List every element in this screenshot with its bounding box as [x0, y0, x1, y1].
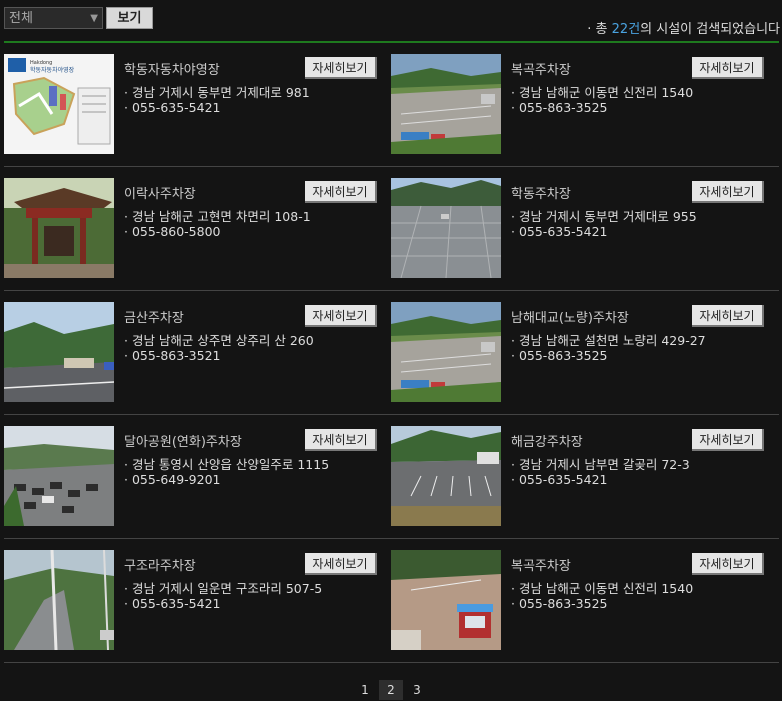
page-link[interactable]: 2: [379, 680, 403, 700]
facility-thumbnail[interactable]: [391, 426, 501, 526]
list-row: 금산주차장 자세히보기 · 경남 남해군 상주면 상주리 산 260 · 055-86…: [4, 291, 779, 415]
facility-card: 해금강주차장 자세히보기 · 경남 거제시 남부면 갈곶리 72-3 · 055-63…: [391, 426, 778, 526]
facility-thumbnail[interactable]: [4, 302, 114, 402]
facility-address: · 경남 거제시 동부면 거제대로 955: [511, 209, 697, 224]
facility-thumbnail[interactable]: Hakdong 학동자동차야영장: [4, 54, 114, 154]
detail-button[interactable]: 자세히보기: [692, 57, 764, 79]
facility-card: 남해대교(노량)주차장 자세히보기 · 경남 남해군 설천면 노량리 429-27 ·…: [391, 302, 778, 402]
facility-card: Hakdong 학동자동차야영장 학동자동차야영장 자세히보기 · 경남 거제시 동부면…: [4, 54, 391, 154]
facility-address: · 경남 거제시 일운면 구조라리 507-5: [124, 581, 323, 596]
detail-button[interactable]: 자세히보기: [692, 429, 764, 451]
svg-text:학동자동차야영장: 학동자동차야영장: [30, 66, 75, 74]
result-count: 22건: [611, 22, 641, 37]
detail-button[interactable]: 자세히보기: [305, 553, 377, 575]
region-select-value: 전체: [9, 11, 33, 26]
facility-list: Hakdong 학동자동차야영장 학동자동차야영장 자세히보기 · 경남 거제시 동부면…: [4, 43, 779, 663]
facility-address: · 경남 남해군 고현면 차면리 108-1: [124, 209, 311, 224]
facility-card: 복곡주차장 자세히보기 · 경남 남해군 이동면 신전리 1540 · 055-863…: [391, 550, 778, 650]
facility-name[interactable]: 남해대교(노량)주차장: [511, 307, 629, 326]
facility-phone: · 055-863-3525: [511, 100, 608, 115]
facility-phone: · 055-860-5800: [124, 224, 221, 239]
facility-name[interactable]: 복곡주차장: [511, 555, 571, 574]
detail-button[interactable]: 자세히보기: [305, 57, 377, 79]
facility-address: · 경남 거제시 동부면 거제대로 981: [124, 85, 310, 100]
detail-button[interactable]: 자세히보기: [305, 305, 377, 327]
facility-thumbnail[interactable]: [4, 178, 114, 278]
facility-name[interactable]: 해금강주차장: [511, 431, 583, 450]
view-button[interactable]: 보기: [106, 7, 153, 29]
region-select[interactable]: 전체 ▼: [4, 7, 103, 29]
page-link[interactable]: 3: [405, 680, 429, 700]
facility-address: · 경남 남해군 이동면 신전리 1540: [511, 581, 694, 596]
list-row: 이락사주차장 자세히보기 · 경남 남해군 고현면 차면리 108-1 · 055-8…: [4, 167, 779, 291]
detail-button[interactable]: 자세히보기: [692, 181, 764, 203]
facility-card: 달아공원(연화)주차장 자세히보기 · 경남 통영시 산양읍 산양일주로 1115 ·…: [4, 426, 391, 526]
facility-phone: · 055-649-9201: [124, 472, 221, 487]
facility-thumbnail[interactable]: [4, 426, 114, 526]
page-link[interactable]: 1: [353, 680, 377, 700]
facility-name[interactable]: 학동자동차야영장: [124, 59, 220, 78]
list-row: 구조라주차장 자세히보기 · 경남 거제시 일운면 구조라리 507-5 · 055-…: [4, 539, 779, 663]
detail-button[interactable]: 자세히보기: [692, 553, 764, 575]
facility-name[interactable]: 학동주차장: [511, 183, 571, 202]
detail-button[interactable]: 자세히보기: [692, 305, 764, 327]
facility-card: 학동주차장 자세히보기 · 경남 거제시 동부면 거제대로 955 · 055-635…: [391, 178, 778, 278]
facility-thumbnail[interactable]: [4, 550, 114, 650]
facility-phone: · 055-863-3525: [511, 348, 608, 363]
facility-name[interactable]: 이락사주차장: [124, 183, 196, 202]
facility-name[interactable]: 복곡주차장: [511, 59, 571, 78]
detail-button[interactable]: 자세히보기: [305, 181, 377, 203]
result-summary: · 총 22건의 시설이 검색되었습니다: [587, 22, 780, 37]
facility-address: · 경남 거제시 남부면 갈곶리 72-3: [511, 457, 690, 472]
facility-address: · 경남 남해군 상주면 상주리 산 260: [124, 333, 314, 348]
facility-card: 금산주차장 자세히보기 · 경남 남해군 상주면 상주리 산 260 · 055-86…: [4, 302, 391, 402]
facility-phone: · 055-635-5421: [124, 596, 221, 611]
facility-phone: · 055-635-5421: [511, 224, 608, 239]
facility-name[interactable]: 구조라주차장: [124, 555, 196, 574]
facility-address: · 경남 남해군 설천면 노량리 429-27: [511, 333, 706, 348]
list-row: Hakdong 학동자동차야영장 학동자동차야영장 자세히보기 · 경남 거제시 동부면…: [4, 43, 779, 167]
detail-button[interactable]: 자세히보기: [305, 429, 377, 451]
facility-card: 복곡주차장 자세히보기 · 경남 남해군 이동면 신전리 1540 · 055-863…: [391, 54, 778, 154]
facility-name[interactable]: 금산주차장: [124, 307, 184, 326]
search-bar: 전체 ▼ 보기 · 총 22건의 시설이 검색되었습니다: [4, 7, 782, 37]
facility-phone: · 055-635-5421: [124, 100, 221, 115]
facility-card: 구조라주차장 자세히보기 · 경남 거제시 일운면 구조라리 507-5 · 055-…: [4, 550, 391, 650]
svg-text:Hakdong: Hakdong: [30, 60, 52, 66]
facility-phone: · 055-863-3521: [124, 348, 221, 363]
pagination: 123: [0, 680, 782, 700]
chevron-down-icon: ▼: [90, 13, 98, 24]
facility-address: · 경남 통영시 산양읍 산양일주로 1115: [124, 457, 330, 472]
facility-thumbnail[interactable]: [391, 178, 501, 278]
facility-address: · 경남 남해군 이동면 신전리 1540: [511, 85, 694, 100]
facility-card: 이락사주차장 자세히보기 · 경남 남해군 고현면 차면리 108-1 · 055-8…: [4, 178, 391, 278]
facility-thumbnail[interactable]: [391, 550, 501, 650]
facility-phone: · 055-635-5421: [511, 472, 608, 487]
list-row: 달아공원(연화)주차장 자세히보기 · 경남 통영시 산양읍 산양일주로 1115 ·…: [4, 415, 779, 539]
facility-thumbnail[interactable]: [391, 302, 501, 402]
facility-phone: · 055-863-3525: [511, 596, 608, 611]
facility-name[interactable]: 달아공원(연화)주차장: [124, 431, 242, 450]
facility-thumbnail[interactable]: [391, 54, 501, 154]
